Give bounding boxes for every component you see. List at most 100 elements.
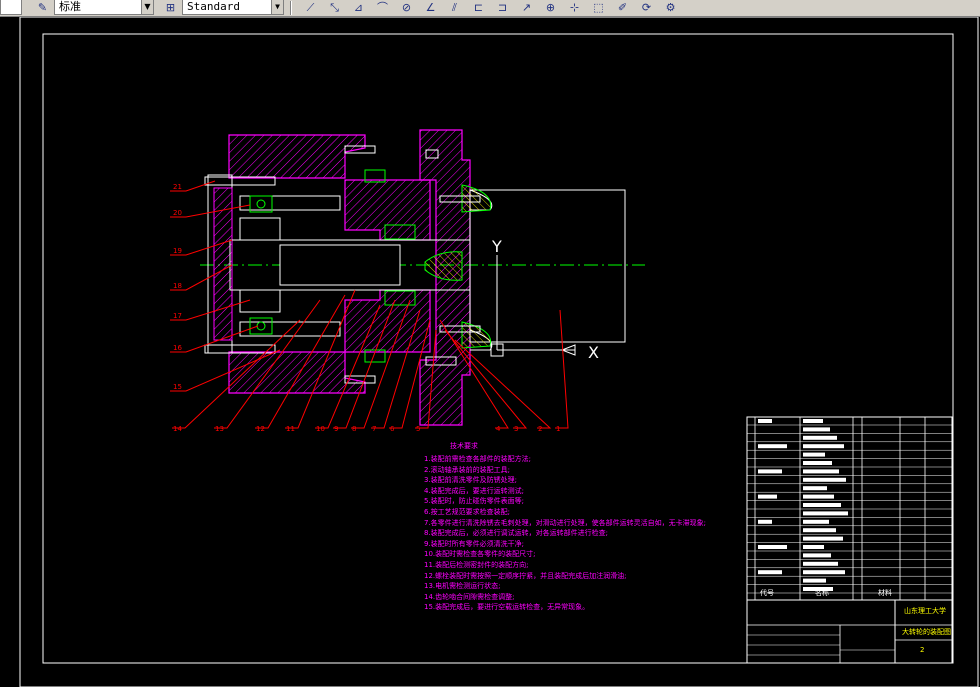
dim-linear-icon[interactable]: ⟋ <box>303 0 318 15</box>
quick-dim-icon[interactable]: ⫽ <box>447 0 462 15</box>
bom-cell-text <box>803 503 841 507</box>
part-number-label: 16 <box>173 344 182 352</box>
drawing-canvas[interactable]: Y X 21 20 19 18 17 16 15 14 13 12 11 10 9 8 7 6 5 4 3 2 1 代… <box>0 17 980 687</box>
housing-assembly <box>207 129 471 426</box>
bom-cell-text <box>803 486 827 491</box>
technical-note-line: 3.装配前清洗零件及防锈处理; <box>424 476 518 485</box>
bom-cell-text <box>758 419 772 423</box>
text-style-icon[interactable]: ✎ <box>35 0 50 15</box>
bom-cell-text <box>758 570 782 575</box>
dim-style-combo[interactable]: Standard ▼ <box>182 0 284 15</box>
bom-header-code: 代号 <box>760 588 774 597</box>
leader-line <box>170 204 251 218</box>
school-name: 山东理工大学 <box>904 606 946 615</box>
bom-cell-text <box>803 578 826 583</box>
bom-cell-text <box>803 461 832 465</box>
part-number-label: 3 <box>514 425 518 433</box>
technical-note-line: 11.装配后检测密封件的装配方向; <box>424 561 529 569</box>
dimension-toolbar: ✎ 标准 ▼ ⊞ Standard ▼ ⟋ ⤡ ⊿ ⌒ ⊘ ∠ ⫽ ⊏ ⊐ ↗ ⊕ ⊹ ⬚ ✐ ⟳ ⚙ <box>0 0 980 17</box>
part-number-label: 21 <box>173 183 182 191</box>
part-number-label: 5 <box>416 425 420 433</box>
part-number-label: 9 <box>334 425 338 433</box>
dim-edit-icon[interactable]: ⬚ <box>591 0 606 15</box>
dim-style-icon[interactable]: ⊞ <box>163 0 178 15</box>
part-number-label: 11 <box>286 425 295 433</box>
notes-title: 技术要求 <box>450 442 478 450</box>
part-number-label: 10 <box>316 425 325 433</box>
technical-note-line: 6.按工艺规范要求检查装配; <box>424 508 511 516</box>
bom-cell-text <box>758 519 772 524</box>
continue-icon[interactable]: ⊐ <box>495 0 510 15</box>
text-style-combo[interactable]: 标准 ▼ <box>54 0 154 15</box>
bom-cell-text <box>803 511 848 516</box>
drawing-name: 大转轮的装配图 <box>902 627 951 636</box>
axis-x-label: X <box>588 343 599 362</box>
dim-update-icon[interactable]: ⟳ <box>639 0 654 15</box>
axis-y-label: Y <box>491 237 502 256</box>
bom-cell-text <box>803 494 834 499</box>
part-number-label: 2 <box>538 425 542 433</box>
bom-cell-text <box>803 545 824 549</box>
bom-rows <box>747 419 952 594</box>
toolbar-separator <box>290 1 292 15</box>
bom-cell-text <box>803 469 839 474</box>
part-number-label: 8 <box>352 425 356 433</box>
technical-note-line: 12.螺栓装配时需按照一定顺序拧紧，并且装配完成后加注润滑油; <box>424 571 627 580</box>
title-block <box>746 416 953 664</box>
technical-note-line: 13.电机需检测运行状态; <box>424 582 501 591</box>
part-number-label: 12 <box>256 425 265 433</box>
technical-note-line: 15.装配完成后，要进行空载运转检查，无异常现象。 <box>424 603 590 612</box>
bom-cell-text <box>803 553 831 558</box>
center-mark-icon[interactable]: ⊹ <box>567 0 582 15</box>
bom-cell-text <box>803 452 825 457</box>
part-number-label: 7 <box>372 425 376 433</box>
bom-cell-text <box>803 561 838 566</box>
part-number-label: 20 <box>173 209 182 217</box>
bom-cell-text <box>758 469 782 474</box>
part-number-label: 19 <box>173 247 182 255</box>
bom-header-name: 名称 <box>815 588 829 597</box>
part-number-label: 13 <box>215 425 224 433</box>
leader-icon[interactable]: ↗ <box>519 0 534 15</box>
bom-cell-text <box>803 477 846 482</box>
chevron-down-icon[interactable]: ▼ <box>141 0 153 14</box>
technical-note-line: 1.装配前需检查各部件的装配方法; <box>424 455 532 463</box>
dim-aligned-icon[interactable]: ⤡ <box>327 0 342 15</box>
bom-cell-text <box>803 435 837 440</box>
technical-note-line: 7.各零件进行清洗除锈去毛刺处理，对滑动进行处理，使各部件运转灵活自如，无卡滞现… <box>424 518 707 527</box>
part-number-label: 18 <box>173 282 182 290</box>
toolbar-left-well <box>0 0 22 15</box>
bom-cell-text <box>803 519 829 524</box>
leader-line <box>170 299 251 321</box>
leader-line <box>555 309 569 429</box>
text-style-value: 标准 <box>59 0 81 13</box>
dim-diameter-icon[interactable]: ⊘ <box>399 0 414 15</box>
part-number-label: 17 <box>173 312 182 320</box>
dim-text-edit-icon[interactable]: ✐ <box>615 0 630 15</box>
dim-ordinate-icon[interactable]: ⊿ <box>351 0 366 15</box>
dim-radius-icon[interactable]: ⌒ <box>375 0 390 15</box>
part-number-label: 6 <box>390 425 395 433</box>
part-number-label: 4 <box>496 425 501 433</box>
technical-note-line: 10.装配时需检查各零件的装配尺寸; <box>424 550 536 559</box>
technical-note-line: 14.齿轮啮合间隙需检查调整; <box>424 592 515 601</box>
baseline-icon[interactable]: ⊏ <box>471 0 486 15</box>
bom-cell-text <box>803 444 844 449</box>
technical-note-line: 4.装配完成后，要进行运转测试; <box>424 486 525 495</box>
sheet-number: 2 <box>920 646 924 654</box>
dim-style-value: Standard <box>187 0 240 13</box>
technical-note-line: 5.装配时，防止碰伤零件表面等; <box>424 497 525 506</box>
dim-style-icon[interactable]: ⚙ <box>663 0 678 15</box>
bom-cell-text <box>803 536 843 541</box>
tolerance-icon[interactable]: ⊕ <box>543 0 558 15</box>
bom-header-material: 材料 <box>878 588 892 597</box>
dim-angular-icon[interactable]: ∠ <box>423 0 438 15</box>
bom-cell-text <box>803 427 830 432</box>
part-number-label: 1 <box>556 425 560 433</box>
bom-cell-text <box>803 570 845 575</box>
technical-note-line: 8.装配完成后，必须进行调试运转，对各运转部件进行检查; <box>424 529 609 538</box>
motor-body <box>469 189 626 351</box>
chevron-down-icon[interactable]: ▼ <box>271 0 283 14</box>
bom-cell-text <box>803 528 836 533</box>
technical-note-line: 9.装配时所有零件必须清洗干净; <box>424 539 525 548</box>
